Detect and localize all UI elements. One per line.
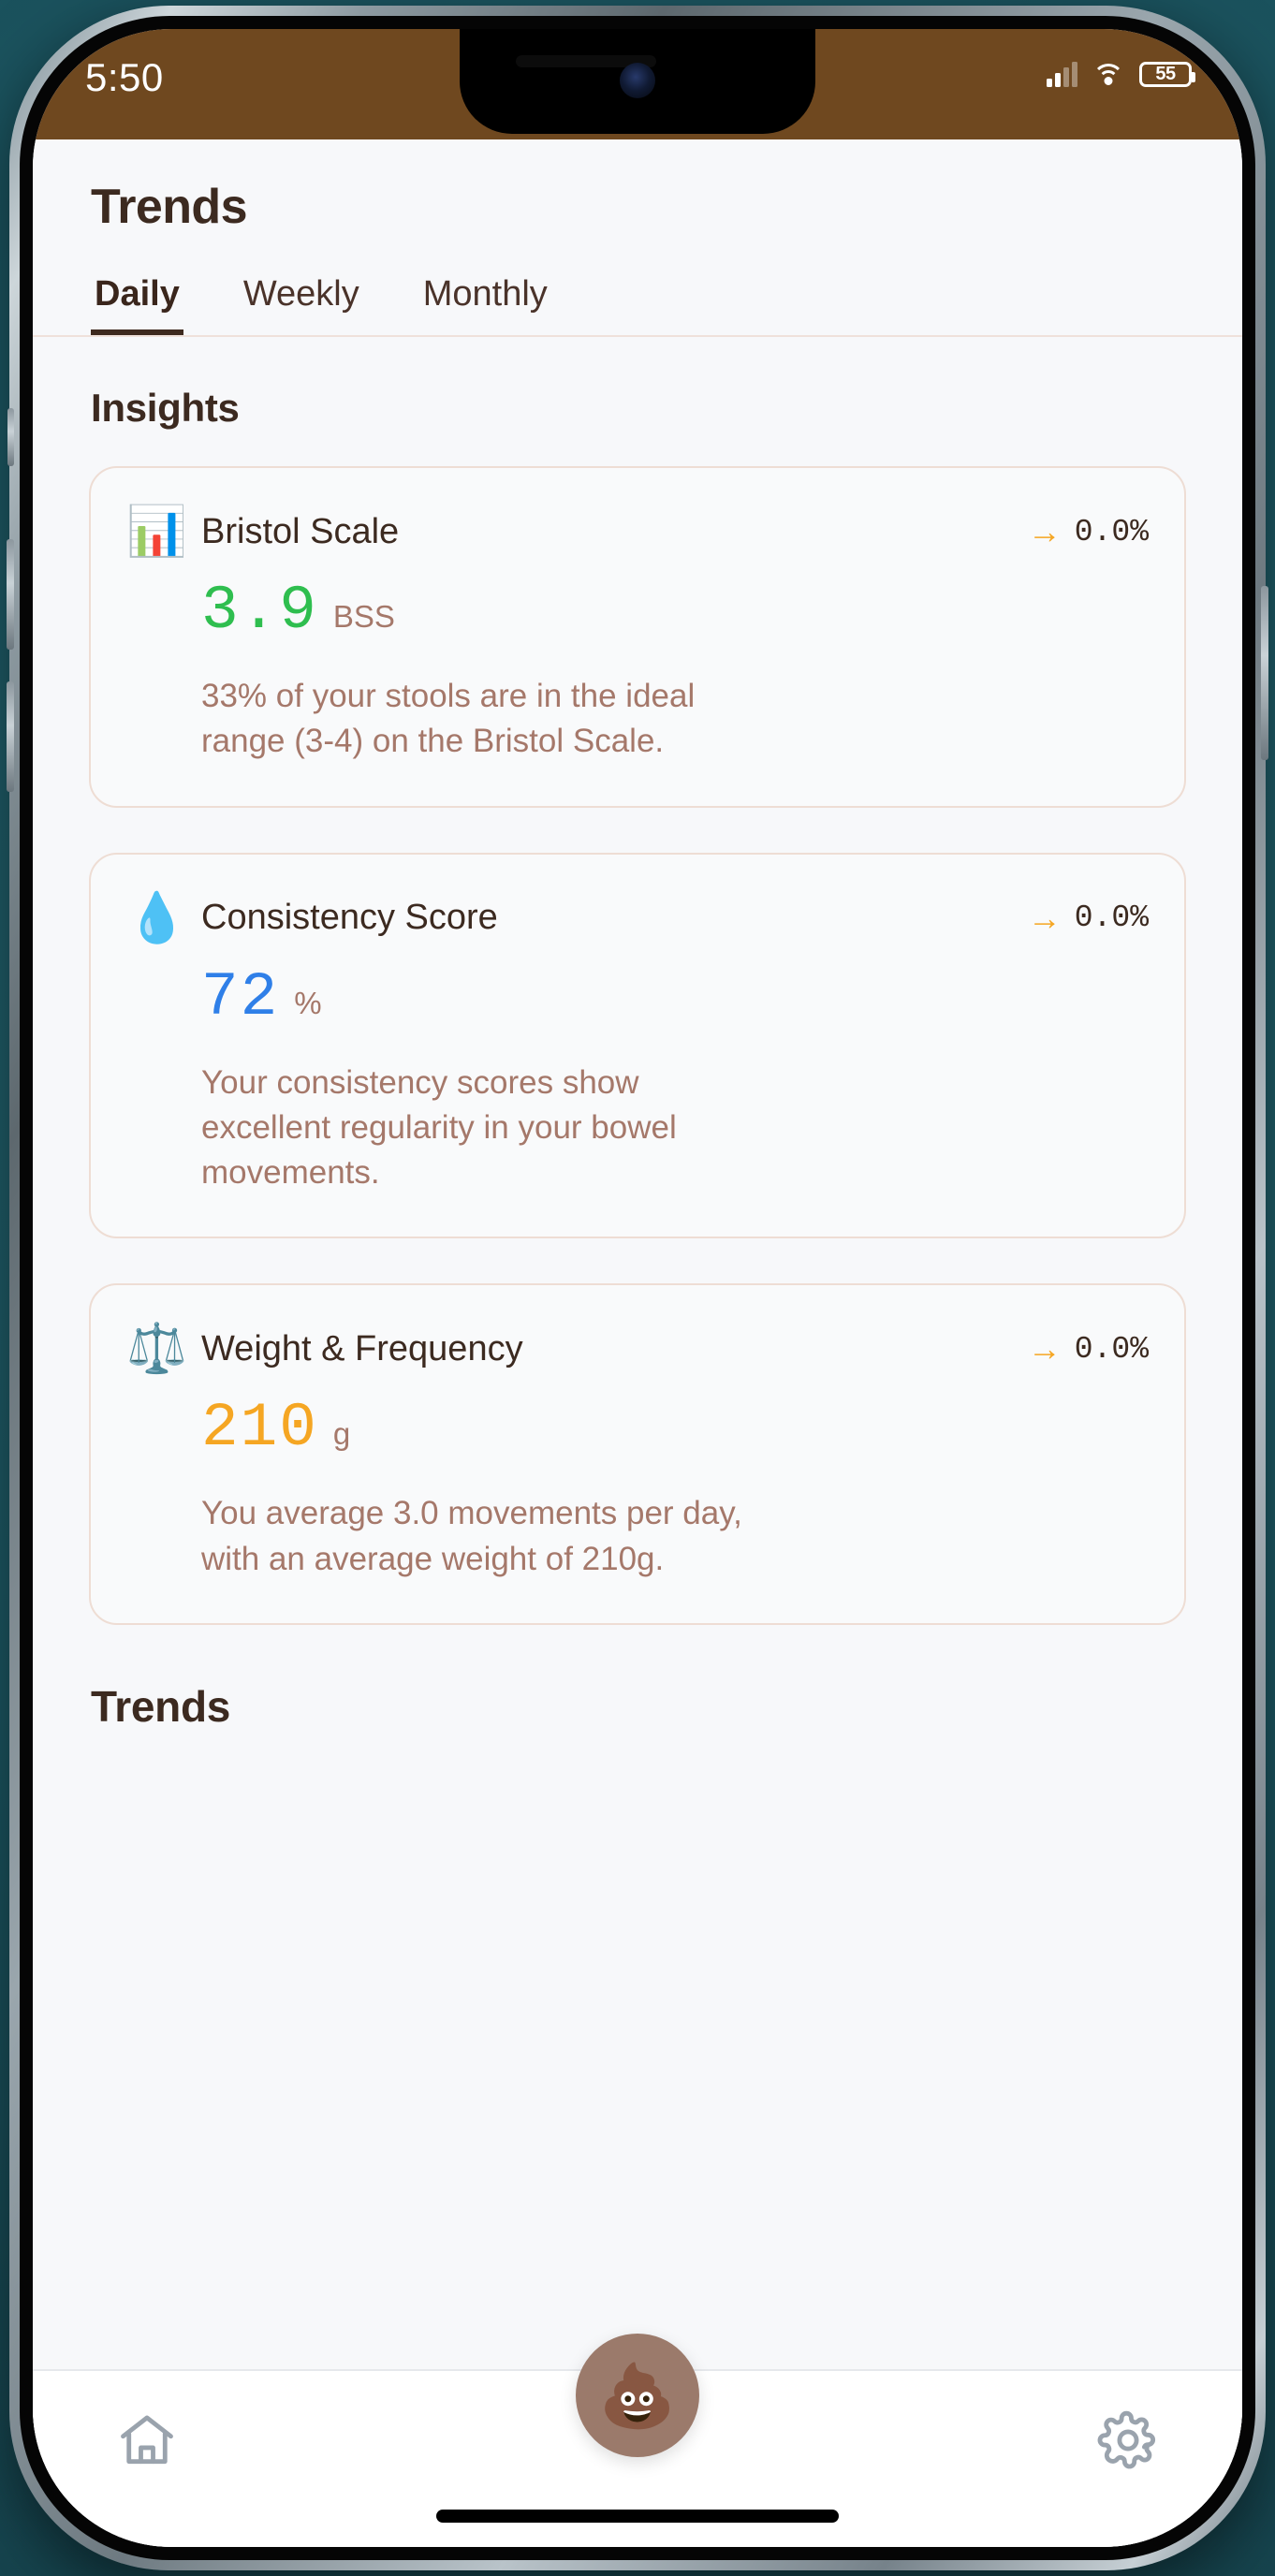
card-metric-value: 3.9	[201, 576, 318, 646]
status-bar-time: 5:50	[85, 55, 164, 99]
card-value-row: 3.9 BSS	[201, 580, 1149, 642]
card-description: You average 3.0 movements per day, with …	[201, 1495, 742, 1577]
trend-arrow-icon: →	[1027, 898, 1062, 937]
bottom-navigation-bar: 💩	[33, 2334, 1242, 2547]
card-title: Weight & Frequency	[201, 1328, 523, 1368]
cellular-signal-icon	[1047, 61, 1077, 87]
balance-scale-emoji: ⚖️	[126, 1322, 187, 1377]
battery-icon: 55	[1139, 61, 1195, 87]
card-title: Bristol Scale	[201, 511, 400, 551]
add-entry-fab[interactable]: 💩	[576, 2334, 699, 2457]
app-container: Trends Daily Weekly Monthly Insights 📊 B…	[33, 139, 1242, 2547]
tab-bar: Daily Weekly Monthly	[33, 274, 1242, 337]
poop-emoji: 💩	[598, 2361, 677, 2430]
scroll-content[interactable]: Trends Daily Weekly Monthly Insights 📊 B…	[33, 139, 1242, 2369]
power-button[interactable]	[1261, 586, 1268, 760]
trend-arrow-icon: →	[1027, 512, 1062, 550]
insights-heading: Insights	[91, 386, 240, 430]
card-title: Consistency Score	[201, 898, 498, 938]
card-header: 💧 Consistency Score → 0.0%	[126, 894, 1149, 943]
card-header: ⚖️ Weight & Frequency → 0.0%	[126, 1325, 1149, 1373]
volume-up-button[interactable]	[7, 539, 14, 650]
volume-down-button[interactable]	[7, 681, 14, 792]
card-value-row: 72 %	[201, 961, 1149, 1032]
home-icon[interactable]	[115, 2408, 179, 2472]
gear-icon[interactable]	[1096, 2408, 1160, 2472]
silent-switch[interactable]	[7, 408, 14, 466]
insight-card-bristol-scale[interactable]: 📊 Bristol Scale → 0.0% 3.9 BSS 33% of yo…	[89, 466, 1186, 808]
front-camera-icon	[620, 63, 655, 98]
trend-value: 0.0%	[1074, 900, 1149, 936]
card-metric-value: 210	[201, 1393, 318, 1464]
tab-monthly[interactable]: Monthly	[419, 274, 551, 335]
card-metric-value: 72	[201, 961, 280, 1032]
page-title: Trends	[91, 180, 248, 234]
trends-heading: Trends	[91, 1682, 231, 1732]
battery-level-label: 55	[1155, 63, 1176, 84]
trend-arrow-icon: →	[1027, 1329, 1062, 1368]
home-indicator	[436, 2510, 839, 2523]
tab-daily[interactable]: Daily	[91, 274, 183, 335]
phone-screen: 5:50 55 Trends Daily Weekly Monthly Insi…	[33, 29, 1242, 2547]
trend-indicator: → 0.0%	[1028, 900, 1149, 935]
trend-value: 0.0%	[1074, 514, 1149, 549]
wifi-icon	[1092, 62, 1124, 86]
card-header: 📊 Bristol Scale → 0.0%	[126, 507, 1149, 556]
card-metric-unit: %	[294, 985, 322, 1020]
trend-indicator: → 0.0%	[1028, 515, 1149, 549]
trend-value: 0.0%	[1074, 1331, 1149, 1367]
droplet-emoji: 💧	[126, 890, 187, 945]
phone-frame: 5:50 55 Trends Daily Weekly Monthly Insi…	[7, 6, 1268, 2570]
insight-card-list: 📊 Bristol Scale → 0.0% 3.9 BSS 33% of yo…	[33, 466, 1242, 1626]
card-value-row: 210 g	[201, 1398, 1149, 1459]
bar-chart-emoji: 📊	[126, 505, 187, 559]
insight-card-weight-frequency[interactable]: ⚖️ Weight & Frequency → 0.0% 210 g You a…	[89, 1283, 1186, 1626]
card-description: 33% of your stools are in the ideal rang…	[201, 678, 696, 760]
insight-card-consistency-score[interactable]: 💧 Consistency Score → 0.0% 72 % Your con…	[89, 852, 1186, 1239]
card-description: Your consistency scores show excellent r…	[201, 1063, 677, 1192]
status-bar-indicators: 55	[1047, 61, 1195, 87]
notch	[460, 29, 815, 134]
card-metric-unit: BSS	[332, 599, 395, 634]
phone-bezel: 5:50 55 Trends Daily Weekly Monthly Insi…	[20, 16, 1255, 2560]
tab-weekly[interactable]: Weekly	[240, 274, 363, 335]
trend-indicator: → 0.0%	[1028, 1332, 1149, 1367]
card-metric-unit: g	[332, 1416, 351, 1452]
